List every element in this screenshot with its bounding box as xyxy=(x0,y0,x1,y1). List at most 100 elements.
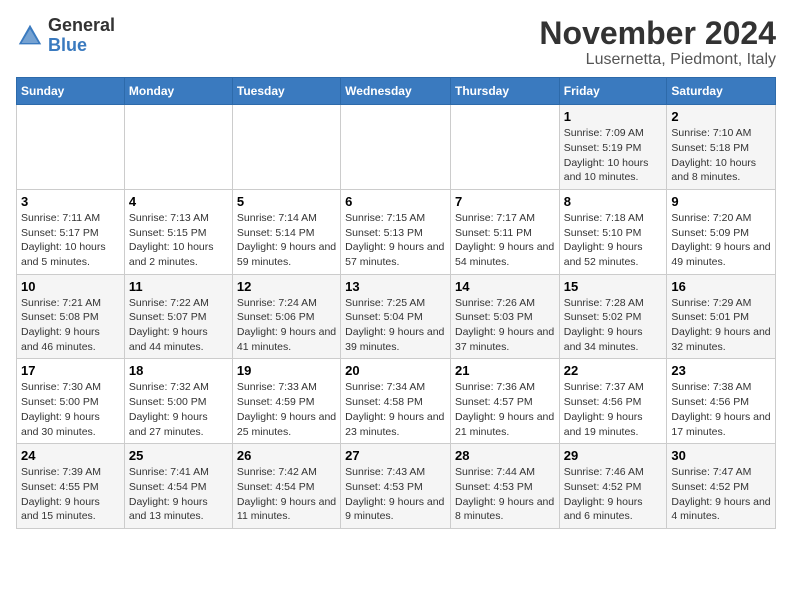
day-number: 1 xyxy=(564,109,663,124)
calendar-day-cell: 27 Sunrise: 7:43 AM Sunset: 4:53 PM Dayli… xyxy=(341,444,451,529)
day-info: Sunrise: 7:14 AM Sunset: 5:14 PM Dayligh… xyxy=(237,211,336,270)
calendar-day-cell: 18Sunrise: 7:32 AM Sunset: 5:00 PM Dayli… xyxy=(124,359,232,444)
page-header: General Blue November 2024 Lusernetta, P… xyxy=(16,16,776,69)
calendar-day-cell: 2 Sunrise: 7:10 AM Sunset: 5:18 PM Daylig… xyxy=(667,105,776,190)
calendar-day-cell: 4 Sunrise: 7:13 AM Sunset: 5:15 PM Daylig… xyxy=(124,189,232,274)
day-info: Sunrise: 7:20 AM Sunset: 5:09 PM Dayligh… xyxy=(671,211,771,270)
day-number: 16 xyxy=(671,279,771,294)
day-info: Sunrise: 7:41 AM Sunset: 4:54 PM Dayligh… xyxy=(129,465,228,524)
day-info: Sunrise: 7:26 AM Sunset: 5:03 PM Dayligh… xyxy=(455,296,555,355)
calendar-week-row: 17 Sunrise: 7:30 AM Sunset: 5:00 PM Dayli… xyxy=(17,359,776,444)
calendar-day-cell: 15 Sunrise: 7:28 AM Sunset: 5:02 PM Dayli… xyxy=(559,274,667,359)
weekday-header: Wednesday xyxy=(341,78,451,105)
day-info: Sunrise: 7:37 AM Sunset: 4:56 PM Dayligh… xyxy=(564,380,663,439)
day-info: Sunrise: 7:17 AM Sunset: 5:11 PM Dayligh… xyxy=(455,211,555,270)
calendar-week-row: 1 Sunrise: 7:09 AM Sunset: 5:19 PM Daylig… xyxy=(17,105,776,190)
day-number: 30 xyxy=(671,448,771,463)
day-info: Sunrise: 7:36 AM Sunset: 4:57 PM Dayligh… xyxy=(455,380,555,439)
logo-general: General xyxy=(48,15,115,35)
day-info: Sunrise: 7:13 AM Sunset: 5:15 PM Dayligh… xyxy=(129,211,228,270)
calendar-day-cell: 25Sunrise: 7:41 AM Sunset: 4:54 PM Dayli… xyxy=(124,444,232,529)
calendar-day-cell xyxy=(124,105,232,190)
calendar-day-cell: 13 Sunrise: 7:25 AM Sunset: 5:04 PM Dayli… xyxy=(341,274,451,359)
day-number: 6 xyxy=(345,194,446,209)
calendar-day-cell: 7Sunrise: 7:17 AM Sunset: 5:11 PM Daylig… xyxy=(450,189,559,274)
calendar-day-cell: 14 Sunrise: 7:26 AM Sunset: 5:03 PM Dayli… xyxy=(450,274,559,359)
weekday-header-row: SundayMondayTuesdayWednesdayThursdayFrid… xyxy=(17,78,776,105)
day-info: Sunrise: 7:11 AM Sunset: 5:17 PM Dayligh… xyxy=(21,211,120,270)
day-number: 15 xyxy=(564,279,663,294)
day-info: Sunrise: 7:29 AM Sunset: 5:01 PM Dayligh… xyxy=(671,296,771,355)
calendar-day-cell xyxy=(17,105,125,190)
day-info: Sunrise: 7:10 AM Sunset: 5:18 PM Dayligh… xyxy=(671,126,771,185)
day-info: Sunrise: 7:24 AM Sunset: 5:06 PM Dayligh… xyxy=(237,296,336,355)
logo-icon xyxy=(16,22,44,50)
day-number: 28 xyxy=(455,448,555,463)
day-number: 29 xyxy=(564,448,663,463)
calendar-table: SundayMondayTuesdayWednesdayThursdayFrid… xyxy=(16,77,776,529)
weekday-header: Sunday xyxy=(17,78,125,105)
calendar-day-cell: 12Sunrise: 7:24 AM Sunset: 5:06 PM Dayli… xyxy=(232,274,340,359)
calendar-day-cell xyxy=(232,105,340,190)
day-info: Sunrise: 7:09 AM Sunset: 5:19 PM Dayligh… xyxy=(564,126,663,185)
calendar-day-cell: 16 Sunrise: 7:29 AM Sunset: 5:01 PM Dayli… xyxy=(667,274,776,359)
logo: General Blue xyxy=(16,16,115,56)
day-number: 27 xyxy=(345,448,446,463)
calendar-day-cell: 10 Sunrise: 7:21 AM Sunset: 5:08 PM Dayli… xyxy=(17,274,125,359)
day-info: Sunrise: 7:21 AM Sunset: 5:08 PM Dayligh… xyxy=(21,296,120,355)
day-info: Sunrise: 7:28 AM Sunset: 5:02 PM Dayligh… xyxy=(564,296,663,355)
day-number: 18 xyxy=(129,363,228,378)
day-number: 5 xyxy=(237,194,336,209)
day-number: 8 xyxy=(564,194,663,209)
calendar-day-cell: 24Sunrise: 7:39 AM Sunset: 4:55 PM Dayli… xyxy=(17,444,125,529)
calendar-day-cell: 26 Sunrise: 7:42 AM Sunset: 4:54 PM Dayli… xyxy=(232,444,340,529)
day-info: Sunrise: 7:38 AM Sunset: 4:56 PM Dayligh… xyxy=(671,380,771,439)
calendar-week-row: 24Sunrise: 7:39 AM Sunset: 4:55 PM Dayli… xyxy=(17,444,776,529)
calendar-day-cell: 20Sunrise: 7:34 AM Sunset: 4:58 PM Dayli… xyxy=(341,359,451,444)
day-info: Sunrise: 7:44 AM Sunset: 4:53 PM Dayligh… xyxy=(455,465,555,524)
day-info: Sunrise: 7:43 AM Sunset: 4:53 PM Dayligh… xyxy=(345,465,446,524)
calendar-day-cell: 11Sunrise: 7:22 AM Sunset: 5:07 PM Dayli… xyxy=(124,274,232,359)
day-info: Sunrise: 7:46 AM Sunset: 4:52 PM Dayligh… xyxy=(564,465,663,524)
day-info: Sunrise: 7:33 AM Sunset: 4:59 PM Dayligh… xyxy=(237,380,336,439)
calendar-day-cell: 28 Sunrise: 7:44 AM Sunset: 4:53 PM Dayli… xyxy=(450,444,559,529)
day-info: Sunrise: 7:25 AM Sunset: 5:04 PM Dayligh… xyxy=(345,296,446,355)
day-number: 17 xyxy=(21,363,120,378)
day-number: 19 xyxy=(237,363,336,378)
day-number: 26 xyxy=(237,448,336,463)
day-info: Sunrise: 7:18 AM Sunset: 5:10 PM Dayligh… xyxy=(564,211,663,270)
day-number: 9 xyxy=(671,194,771,209)
calendar-day-cell: 23Sunrise: 7:38 AM Sunset: 4:56 PM Dayli… xyxy=(667,359,776,444)
calendar-week-row: 10 Sunrise: 7:21 AM Sunset: 5:08 PM Dayli… xyxy=(17,274,776,359)
day-number: 22 xyxy=(564,363,663,378)
calendar-day-cell: 1 Sunrise: 7:09 AM Sunset: 5:19 PM Daylig… xyxy=(559,105,667,190)
calendar-subtitle: Lusernetta, Piedmont, Italy xyxy=(539,51,776,69)
day-number: 2 xyxy=(671,109,771,124)
calendar-day-cell: 17 Sunrise: 7:30 AM Sunset: 5:00 PM Dayli… xyxy=(17,359,125,444)
calendar-day-cell: 30Sunrise: 7:47 AM Sunset: 4:52 PM Dayli… xyxy=(667,444,776,529)
weekday-header: Tuesday xyxy=(232,78,340,105)
calendar-day-cell: 9 Sunrise: 7:20 AM Sunset: 5:09 PM Daylig… xyxy=(667,189,776,274)
weekday-header: Saturday xyxy=(667,78,776,105)
day-number: 10 xyxy=(21,279,120,294)
day-number: 13 xyxy=(345,279,446,294)
day-number: 3 xyxy=(21,194,120,209)
day-number: 14 xyxy=(455,279,555,294)
calendar-day-cell: 3 Sunrise: 7:11 AM Sunset: 5:17 PM Daylig… xyxy=(17,189,125,274)
day-info: Sunrise: 7:42 AM Sunset: 4:54 PM Dayligh… xyxy=(237,465,336,524)
calendar-title: November 2024 xyxy=(539,16,776,51)
logo-blue: Blue xyxy=(48,35,87,55)
day-info: Sunrise: 7:15 AM Sunset: 5:13 PM Dayligh… xyxy=(345,211,446,270)
calendar-day-cell: 21 Sunrise: 7:36 AM Sunset: 4:57 PM Dayli… xyxy=(450,359,559,444)
day-info: Sunrise: 7:34 AM Sunset: 4:58 PM Dayligh… xyxy=(345,380,446,439)
calendar-day-cell: 6 Sunrise: 7:15 AM Sunset: 5:13 PM Daylig… xyxy=(341,189,451,274)
calendar-day-cell: 22 Sunrise: 7:37 AM Sunset: 4:56 PM Dayli… xyxy=(559,359,667,444)
calendar-day-cell: 5 Sunrise: 7:14 AM Sunset: 5:14 PM Daylig… xyxy=(232,189,340,274)
day-info: Sunrise: 7:39 AM Sunset: 4:55 PM Dayligh… xyxy=(21,465,120,524)
day-number: 4 xyxy=(129,194,228,209)
day-info: Sunrise: 7:30 AM Sunset: 5:00 PM Dayligh… xyxy=(21,380,120,439)
day-number: 21 xyxy=(455,363,555,378)
day-number: 11 xyxy=(129,279,228,294)
weekday-header: Friday xyxy=(559,78,667,105)
calendar-day-cell xyxy=(450,105,559,190)
